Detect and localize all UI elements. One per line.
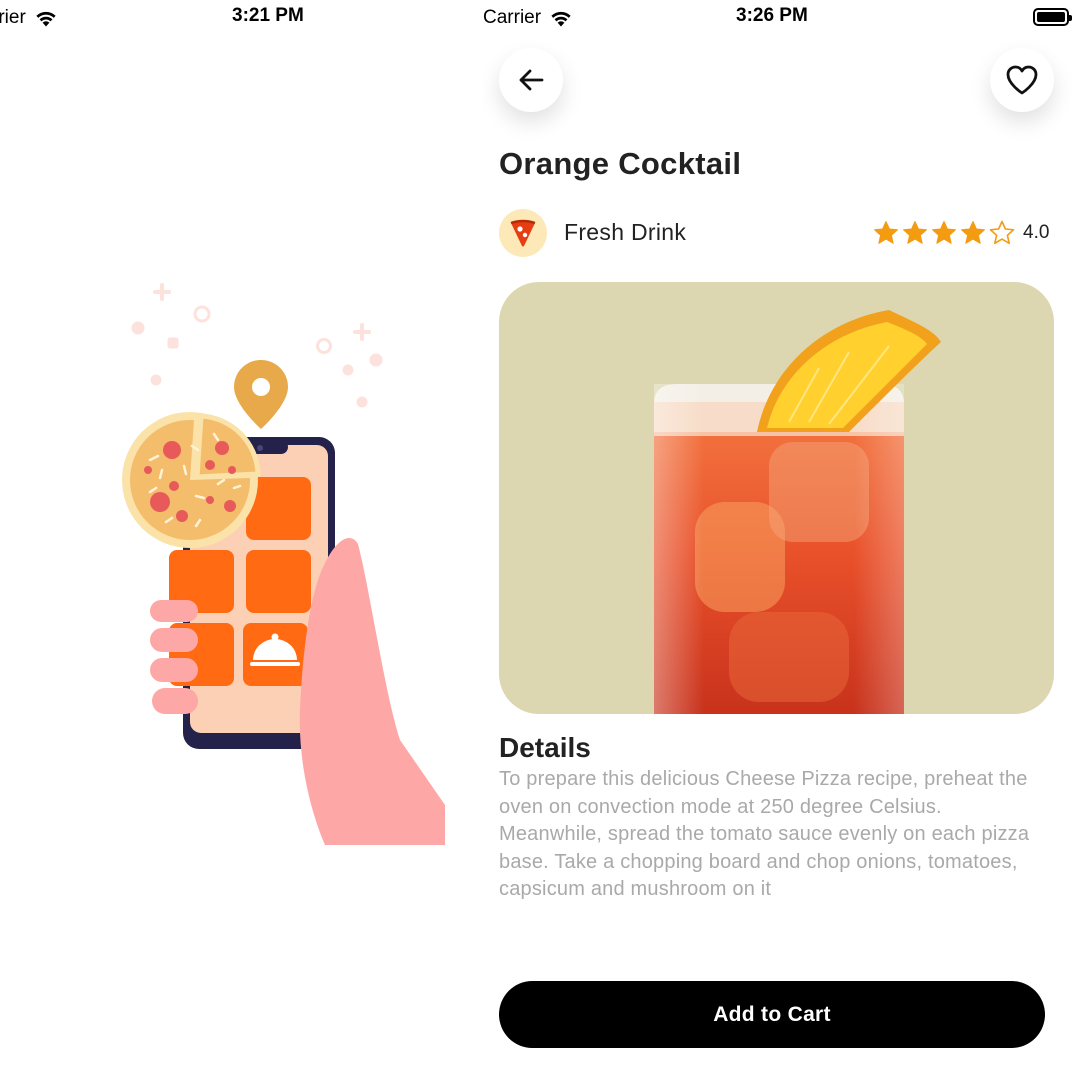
- rating-stars: [872, 219, 1017, 247]
- category-label: Fresh Drink: [564, 219, 687, 245]
- carrier-group: Carrier: [483, 7, 573, 29]
- status-bar-left: rrier 3:21 PM: [0, 0, 470, 34]
- status-bar-right: Carrier 3:26 PM: [470, 0, 1080, 34]
- favorite-button[interactable]: [990, 48, 1054, 112]
- back-button[interactable]: [499, 48, 563, 112]
- pizza-icon: [122, 412, 261, 548]
- wifi-icon: [36, 11, 56, 27]
- location-pin-icon: [234, 360, 288, 429]
- arrow-left-icon: [519, 69, 544, 91]
- star-filled-icon: [903, 221, 927, 244]
- battery-icon: [1033, 8, 1072, 26]
- product-title: Orange Cocktail: [499, 146, 742, 181]
- pizza-slice-icon: [510, 219, 536, 247]
- heart-icon: [1006, 65, 1038, 95]
- carrier-group: rrier: [0, 7, 58, 29]
- star-filled-icon: [874, 221, 898, 244]
- carrier-label: rrier: [0, 7, 26, 28]
- rating: 4.0: [872, 219, 1049, 247]
- phone-food-order-illustration: [122, 283, 445, 845]
- details-heading: Details: [499, 732, 591, 763]
- rating-value: 4.0: [1023, 222, 1050, 243]
- category-badge: [499, 209, 547, 257]
- wifi-icon: [551, 11, 571, 27]
- status-time: 3:21 PM: [232, 5, 304, 26]
- star-filled-icon: [961, 221, 985, 244]
- carrier-label: Carrier: [483, 7, 542, 28]
- details-text: To prepare this delicious Cheese Pizza r…: [499, 768, 1030, 901]
- add-to-cart-button[interactable]: Add to Cart: [499, 981, 1045, 1048]
- orange-cocktail-image: [654, 310, 941, 714]
- star-filled-icon: [932, 221, 956, 244]
- status-time: 3:26 PM: [736, 5, 808, 26]
- product-image: [499, 282, 1054, 714]
- star-empty-icon: [989, 220, 1015, 245]
